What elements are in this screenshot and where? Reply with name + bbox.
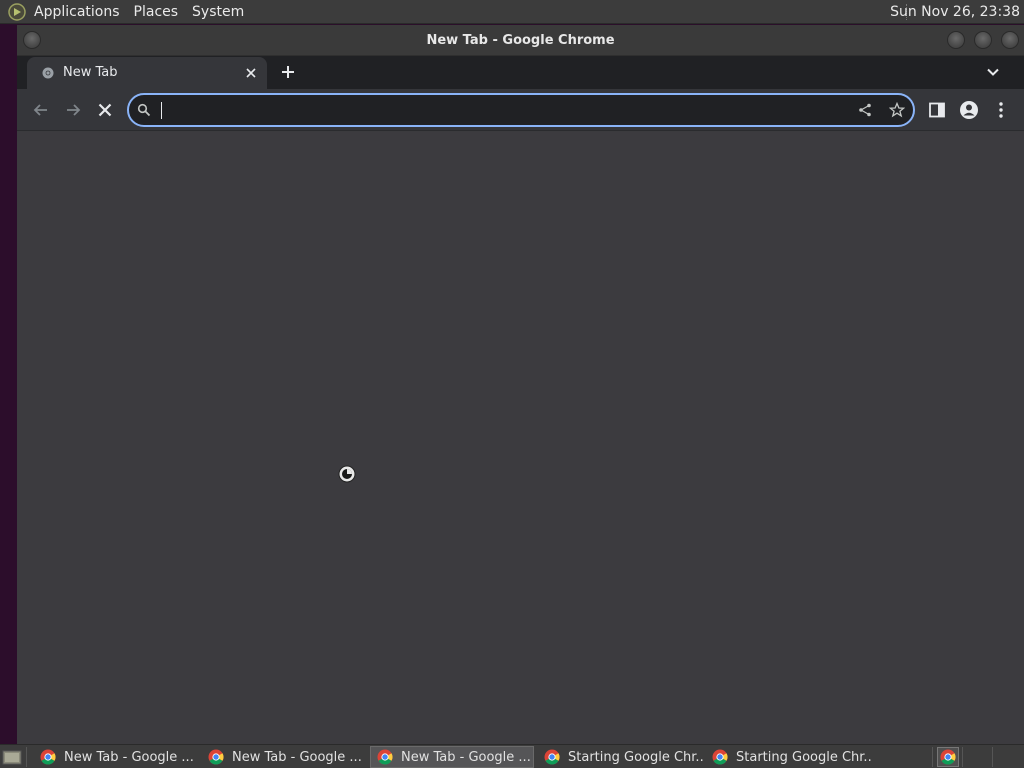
panel-separator [26,747,27,767]
close-icon[interactable] [243,65,259,81]
window-titlebar[interactable]: New Tab - Google Chrome [17,25,1024,56]
toolbar [17,89,1024,131]
desktop-background [0,24,17,744]
maximize-button[interactable] [974,31,992,49]
top-menu: Applications Places System [27,0,251,24]
distro-logo-icon[interactable] [7,2,27,22]
panel-separator [962,747,963,767]
taskbar-item[interactable]: New Tab - Google ... [34,746,198,768]
text-caret [161,102,162,119]
taskbar-item[interactable]: Starting Google Chr... [706,746,872,768]
chrome-icon [377,749,393,765]
applications-menu[interactable]: Applications [27,0,127,24]
share-icon[interactable] [857,102,873,118]
close-window-button[interactable] [1001,31,1019,49]
chrome-icon [208,749,224,765]
profile-icon[interactable] [959,100,979,120]
chrome-window: New Tab - Google Chrome New Tab [17,25,1024,744]
page-content[interactable] [17,132,1024,744]
window-title: New Tab - Google Chrome [426,33,615,48]
side-panel-icon[interactable] [927,100,947,120]
tab-strip: New Tab [17,56,1024,89]
loading-cursor-icon [338,465,356,483]
more-vert-icon[interactable] [991,100,1011,120]
tab-new-tab[interactable]: New Tab [27,57,267,89]
places-menu[interactable]: Places [127,0,186,24]
address-bar[interactable] [127,93,915,127]
minimize-button[interactable] [947,31,965,49]
tab-label: New Tab [63,65,118,80]
omnibox-input[interactable] [161,100,841,120]
chevron-down-icon[interactable] [986,65,1000,79]
search-icon [137,103,151,117]
panel-separator [932,747,933,767]
system-menu[interactable]: System [185,0,251,24]
chrome-icon [712,749,728,765]
panel-separator [992,747,993,767]
plus-icon[interactable] [280,64,296,80]
stop-icon[interactable] [95,100,115,120]
workspace-switcher[interactable] [937,747,959,767]
top-panel: Applications Places System Sun Nov 26, 2… [0,0,1024,24]
show-desktop-icon[interactable] [2,748,22,766]
chrome-icon [40,749,56,765]
taskbar-item-active[interactable]: New Tab - Google ... [370,746,534,768]
bottom-panel: New Tab - Google ... New Tab - Google ..… [0,744,1024,768]
chrome-icon [544,749,560,765]
clock[interactable]: Sun Nov 26, 23:38 [890,0,1020,24]
chrome-favicon-icon [42,67,54,79]
taskbar-item[interactable]: Starting Google Chr... [538,746,704,768]
star-icon[interactable] [889,102,905,118]
forward-arrow-icon[interactable] [63,100,83,120]
chrome-icon [940,749,956,765]
taskbar-item[interactable]: New Tab - Google ... [202,746,366,768]
back-arrow-icon[interactable] [31,100,51,120]
